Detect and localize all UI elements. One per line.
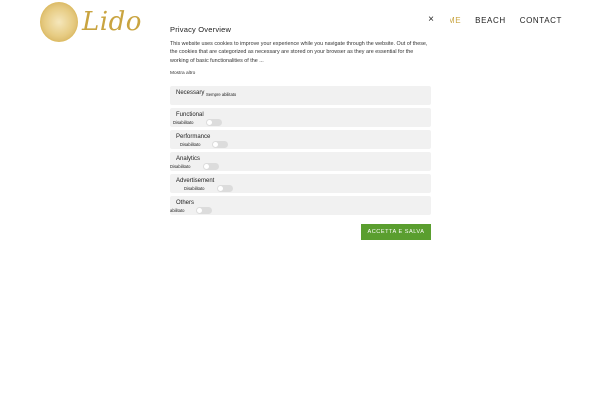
category-name: Advertisement: [176, 178, 215, 184]
privacy-modal: Privacy Overview × This website uses coo…: [150, 0, 450, 250]
show-more-link[interactable]: Mostra altro: [170, 71, 195, 76]
modal-description: This website uses cookies to improve you…: [170, 41, 428, 64]
category-functional[interactable]: Functional Disabilitato: [170, 108, 431, 127]
category-name: Functional: [176, 112, 204, 118]
category-status: Disabilitato: [184, 186, 205, 191]
main-nav: HOME BEACH CONTACT: [435, 16, 562, 25]
category-status: Disabilitato: [180, 142, 201, 147]
category-status: abilitato: [170, 208, 185, 213]
accept-and-save-button[interactable]: ACCETTA E SALVA: [361, 224, 431, 240]
nav-contact[interactable]: CONTACT: [520, 16, 562, 25]
performance-toggle[interactable]: [212, 141, 228, 148]
analytics-toggle[interactable]: [203, 163, 219, 170]
functional-toggle[interactable]: [206, 119, 222, 126]
category-name: Analytics: [176, 156, 201, 162]
category-name: Performance: [176, 134, 211, 140]
category-name: Necessary: [176, 90, 205, 96]
category-analytics[interactable]: Analytics Disabilitato: [170, 152, 431, 171]
category-status: Sempre abilitato: [206, 92, 237, 97]
category-status: Disabilitato: [173, 120, 194, 125]
logo-emblem-icon: [40, 2, 78, 42]
advertisement-toggle[interactable]: [217, 185, 233, 192]
close-icon[interactable]: ×: [425, 14, 437, 26]
category-name: Others: [176, 200, 195, 206]
nav-beach[interactable]: BEACH: [475, 16, 506, 25]
category-necessary[interactable]: Necessary Sempre abilitato: [170, 86, 431, 105]
category-others[interactable]: Others abilitato: [170, 196, 431, 215]
category-performance[interactable]: Performance Disabilitato: [170, 130, 431, 149]
category-advertisement[interactable]: Advertisement Disabilitato: [170, 174, 431, 193]
category-status: Disabilitato: [170, 164, 191, 169]
others-toggle[interactable]: [196, 207, 212, 214]
modal-title: Privacy Overview: [170, 25, 232, 34]
